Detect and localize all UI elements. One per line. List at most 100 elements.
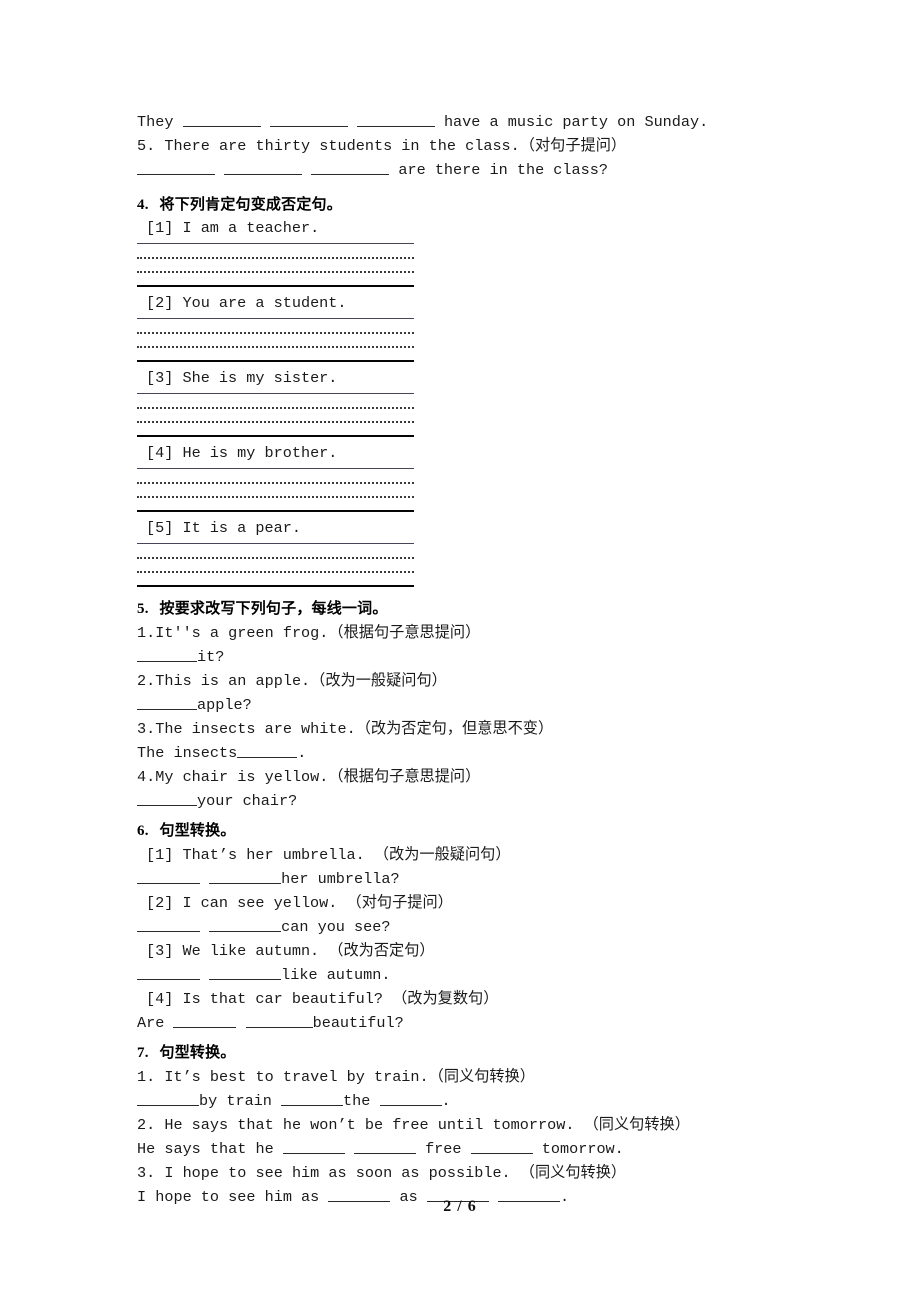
guide-line-mid-lower <box>137 271 414 273</box>
section-5-answer-1-post: it? <box>197 648 225 666</box>
writing-guide[interactable] <box>137 468 414 512</box>
guide-line-top <box>137 468 414 469</box>
guide-line-bottom <box>137 360 414 362</box>
section-5-answer-3-pre: The insects <box>137 744 238 762</box>
section-7-answer-2: He says that he free tomorrow. <box>137 1137 797 1161</box>
guide-line-mid-upper <box>137 332 414 334</box>
page-number: 2 / 6 <box>443 1198 477 1215</box>
fill-blank[interactable] <box>356 112 435 127</box>
section-7-answer-1-mid2: the <box>343 1092 380 1110</box>
guide-line-top <box>137 393 414 394</box>
fill-blank[interactable] <box>137 695 197 710</box>
section-5-question-3: 3.The insects are white.（改为否定句，但意思不变） <box>137 720 554 738</box>
fill-blank[interactable] <box>311 160 390 175</box>
writing-guide[interactable] <box>137 318 414 362</box>
section-5-question-2: 2.This is an apple.（改为一般疑问句） <box>137 672 447 690</box>
guide-line-top <box>137 243 414 244</box>
fill-blank[interactable] <box>269 112 348 127</box>
section-5: 5. 按要求改写下列句子，每线一词。 1.It''s a green frog.… <box>137 596 797 813</box>
section-6-heading: 6. 句型转换。 <box>137 818 797 843</box>
carryover-line-1-post: have a music party on Sunday. <box>434 113 709 131</box>
carryover-line-1: They have a music party on Sunday. <box>137 110 797 134</box>
section-6: 6. 句型转换。 [1] That’s her umbrella. （改为一般疑… <box>137 818 797 1035</box>
section-4-heading: 4. 将下列肯定句变成否定句。 <box>137 192 797 217</box>
fill-blank[interactable] <box>209 869 282 884</box>
fill-blank[interactable] <box>173 1013 237 1028</box>
guide-line-mid-lower <box>137 496 414 498</box>
fill-blank[interactable] <box>224 160 303 175</box>
carryover-question-5: 5. There are thirty students in the clas… <box>137 137 627 155</box>
writing-guide[interactable] <box>137 543 414 587</box>
section-4-item-text: [5] It is a pear. <box>137 517 797 540</box>
worksheet-page: They have a music party on Sunday. 5. Th… <box>0 0 920 1302</box>
guide-line-mid-upper <box>137 482 414 484</box>
item-label: [4] <box>146 444 174 462</box>
item-label: [2] <box>146 294 174 312</box>
fill-blank[interactable] <box>137 647 197 662</box>
section-4-title: 将下列肯定句变成否定句。 <box>159 195 342 213</box>
item-sentence: I am a teacher. <box>182 219 320 237</box>
fill-blank[interactable] <box>209 965 282 980</box>
fill-blank[interactable] <box>209 917 282 932</box>
fill-blank[interactable] <box>353 1139 416 1154</box>
section-5-answer-3-post: . <box>297 744 307 762</box>
fill-blank[interactable] <box>245 1013 313 1028</box>
section-6-question-2: [2] I can see yellow. （对句子提问） <box>146 894 453 912</box>
fill-blank[interactable] <box>281 1091 344 1106</box>
section-6-number: 6. <box>137 823 149 839</box>
section-6-answer-3-post: like autumn. <box>281 966 391 984</box>
writing-guide[interactable] <box>137 243 414 287</box>
section-4-item: [3] She is my sister. <box>137 367 797 437</box>
guide-line-bottom <box>137 510 414 512</box>
section-6-answer-4-post: beautiful? <box>312 1014 404 1032</box>
fill-blank[interactable] <box>137 1091 199 1106</box>
section-7: 7. 句型转换。 1. It’s best to travel by train… <box>137 1040 797 1209</box>
section-6-answer-1: her umbrella? <box>137 867 797 891</box>
section-6-question-4: [4] Is that car beautiful? （改为复数句） <box>146 990 499 1008</box>
section-4-item-text: [1] I am a teacher. <box>137 217 797 240</box>
section-6-question-3: [3] We like autumn. （改为否定句） <box>146 942 435 960</box>
section-4-item: [5] It is a pear. <box>137 517 797 587</box>
fill-blank[interactable] <box>282 1139 345 1154</box>
section-7-answer-2-end: tomorrow. <box>532 1140 624 1158</box>
section-7-answer-2-mid: free <box>415 1140 471 1158</box>
section-4-item: [4] He is my brother. <box>137 442 797 512</box>
fill-blank[interactable] <box>470 1139 533 1154</box>
fill-blank[interactable] <box>137 791 197 806</box>
section-5-title: 按要求改写下列句子，每线一词。 <box>159 599 388 617</box>
section-7-question-3: 3. I hope to see him as soon as possible… <box>137 1164 627 1182</box>
section-5-question-4: 4.My chair is yellow.（根据句子意思提问） <box>137 768 481 786</box>
guide-line-mid-lower <box>137 421 414 423</box>
fill-blank[interactable] <box>137 917 200 932</box>
section-5-answer-3: The insects. <box>137 741 797 765</box>
fill-blank[interactable] <box>137 869 200 884</box>
guide-line-mid-upper <box>137 257 414 259</box>
fill-blank[interactable] <box>182 112 261 127</box>
item-sentence: She is my sister. <box>182 369 338 387</box>
section-7-answer-1-end: . <box>441 1092 451 1110</box>
item-sentence: He is my brother. <box>182 444 338 462</box>
guide-line-bottom <box>137 585 414 587</box>
section-7-heading: 7. 句型转换。 <box>137 1040 797 1065</box>
section-7-question-1: 1. It’s best to travel by train.（同义句转换） <box>137 1068 535 1086</box>
section-6-answer-1-post: her umbrella? <box>281 870 400 888</box>
section-6-question-1: [1] That’s her umbrella. （改为一般疑问句） <box>146 846 511 864</box>
item-label: [5] <box>146 519 174 537</box>
writing-guide[interactable] <box>137 393 414 437</box>
section-5-answer-4-post: your chair? <box>197 792 298 810</box>
fill-blank[interactable] <box>137 965 200 980</box>
section-6-answer-2-post: can you see? <box>281 918 391 936</box>
fill-blank[interactable] <box>379 1091 442 1106</box>
fill-blank[interactable] <box>237 743 298 758</box>
section-6-answer-4: Are beautiful? <box>137 1011 797 1035</box>
carryover-answer-5-post: are there in the class? <box>389 161 608 179</box>
fill-blank[interactable] <box>137 160 215 175</box>
item-sentence: It is a pear. <box>182 519 301 537</box>
section-4-number: 4. <box>137 197 149 213</box>
section-6-answer-3: like autumn. <box>137 963 797 987</box>
section-7-number: 7. <box>137 1045 149 1061</box>
section-5-heading: 5. 按要求改写下列句子，每线一词。 <box>137 596 797 621</box>
section-4-item-text: [3] She is my sister. <box>137 367 797 390</box>
guide-line-top <box>137 543 414 544</box>
guide-line-top <box>137 318 414 319</box>
